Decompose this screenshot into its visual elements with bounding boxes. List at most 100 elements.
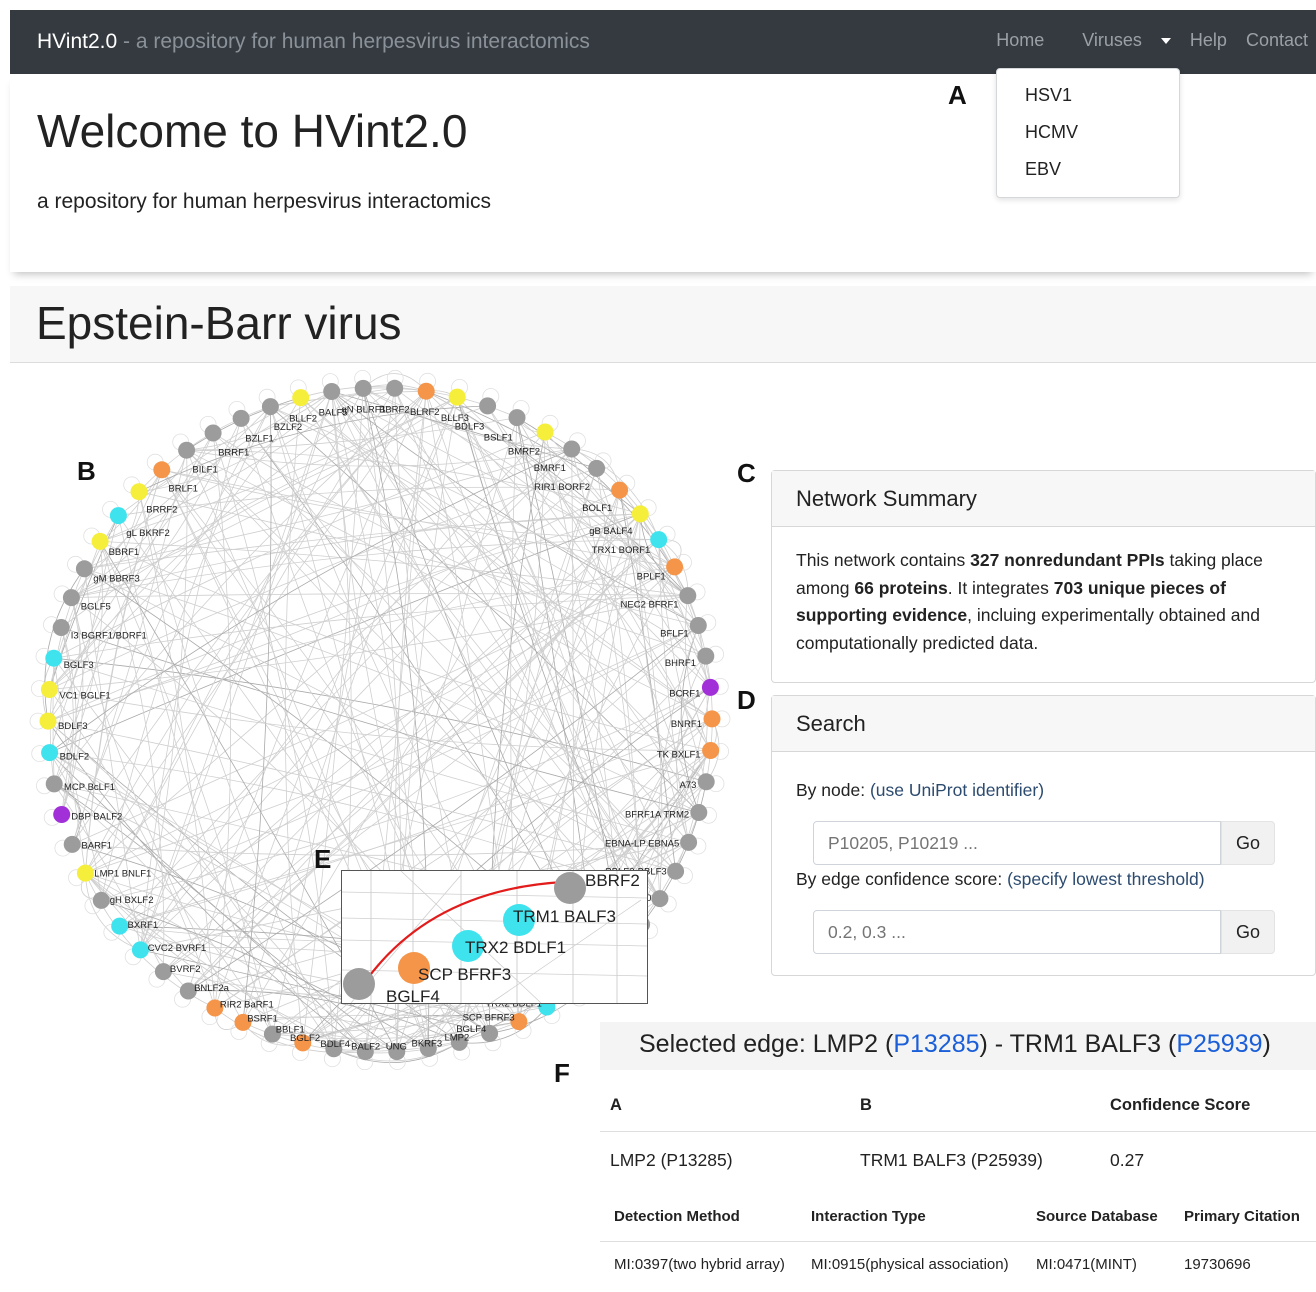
page: HVint2.0 - a repository for human herpes… [0,0,1316,1292]
network-node[interactable] [45,649,63,667]
network-node[interactable] [63,835,81,853]
network-node[interactable] [679,587,697,605]
navbar: HVint2.0 - a repository for human herpes… [10,10,1316,74]
protein-a-uniprot-link[interactable]: P13285 [893,1030,979,1058]
network-node[interactable] [91,532,109,550]
nav-viruses-label[interactable]: Viruses [1082,30,1142,50]
node-label: BKRF3 [411,1039,442,1050]
network-node[interactable] [536,423,554,441]
inset-node-label: BGLF4 [386,987,440,1004]
network-node[interactable] [75,560,93,578]
dropdown-item-ebv[interactable]: EBV [1025,159,1061,180]
network-node[interactable] [651,890,669,908]
nav-viruses-dropdown[interactable]: Viruses [1063,30,1171,51]
inset-node[interactable] [554,872,586,904]
summary-ppis: PPIs [1126,550,1165,570]
panel-letter-c: C [737,458,756,488]
dropdown-item-hcmv[interactable]: HCMV [1025,122,1078,143]
inset-node[interactable] [343,968,375,1000]
network-node[interactable] [689,617,707,634]
network-edge[interactable] [71,396,458,598]
network-node[interactable] [680,833,698,851]
node-label: SCP BFRF3 [463,1013,515,1024]
protein-b-uniprot-link[interactable]: P25939 [1176,1030,1262,1058]
node-search-go-button[interactable]: Go [1221,821,1275,865]
dropdown-item-hsv1[interactable]: HSV1 [1025,85,1072,106]
network-node[interactable] [92,891,110,909]
network-node[interactable] [697,773,715,791]
network-node[interactable] [479,397,497,415]
network-edge[interactable] [270,406,707,657]
header-a: A [610,1096,622,1114]
network-node[interactable] [39,712,57,730]
node-search-input[interactable] [813,821,1221,865]
network-node[interactable] [701,678,719,696]
network-edge[interactable] [186,449,713,720]
search-by-edge-label: By edge confidence score: (specify lowes… [796,869,1205,890]
zoom-inset: BBRF2 TRM1 BALF3 TRX2 BDLF1 SCP BFRF3 BGLF4 [341,870,648,1004]
network-node[interactable] [62,589,80,607]
node-label: BDLF4 [320,1039,350,1050]
network-node[interactable] [690,804,708,821]
network-node[interactable] [53,806,71,823]
edge-score-input[interactable] [813,910,1221,954]
cell-protein-a: LMP2 (P13285) [610,1150,733,1170]
nav-help-link[interactable]: Help [1190,30,1227,51]
node-label: I3 BGRF1/BDRF1 [71,630,147,641]
network-node[interactable] [292,389,310,407]
network-edge[interactable] [71,396,458,598]
network-node[interactable] [131,941,149,959]
brand-name[interactable]: HVint2.0 [37,30,117,53]
network-node[interactable] [76,864,94,882]
node-label: RIR2 BaRF1 [220,999,274,1010]
brand[interactable]: HVint2.0 - a repository for human herpes… [37,30,590,54]
network-node[interactable] [323,383,341,400]
network-node[interactable] [697,647,715,665]
network-node[interactable] [667,862,685,880]
network-summary-header: Network Summary [772,471,1315,527]
network-node[interactable] [650,531,668,549]
caret-down-icon[interactable] [1160,38,1171,45]
network-node[interactable] [261,398,279,416]
welcome-title: Welcome to HVint2.0 [37,105,468,157]
network-node[interactable] [666,558,684,576]
network-node[interactable] [588,459,606,477]
network-node[interactable] [703,710,721,728]
network-node[interactable] [111,917,129,935]
table-divider [600,1131,1316,1132]
network-node[interactable] [130,483,148,501]
network-node[interactable] [232,409,250,427]
node-label: gH BXLF2 [110,895,154,906]
network-node[interactable] [508,409,526,427]
network-node[interactable] [41,744,59,762]
network-node[interactable] [702,742,720,759]
node-label: BARF1 [81,841,112,852]
edge-search-go-button[interactable]: Go [1221,910,1275,954]
network-edge[interactable] [72,842,689,856]
network-node[interactable] [386,379,404,397]
header-detection-method: Detection Method [614,1208,740,1225]
cell-source-database: MI:0471(MINT) [1036,1256,1137,1273]
network-node[interactable] [153,461,171,479]
evidence-divider [600,1241,1316,1242]
network-node[interactable] [178,441,196,459]
nav-home-link[interactable]: Home [996,30,1044,51]
network-node[interactable] [204,424,222,442]
network-edge[interactable] [61,627,699,813]
network-node[interactable] [631,505,649,523]
network-edge[interactable] [394,388,689,843]
network-node[interactable] [448,388,466,406]
network-node[interactable] [40,681,58,698]
node-label: BRLF1 [168,483,198,494]
nav-contact-link[interactable]: Contact [1246,30,1308,51]
summary-text-5: . It integrates [947,577,1054,598]
inset-node-label: TRX2 BDLF1 [465,938,566,957]
network-node[interactable] [417,382,435,400]
network-node[interactable] [52,619,70,636]
network-node[interactable] [45,775,63,793]
network-node[interactable] [109,507,127,525]
network-node[interactable] [354,379,372,397]
header-primary-citation: Primary Citation [1184,1208,1300,1225]
network-node[interactable] [563,440,581,458]
network-node[interactable] [611,481,629,499]
